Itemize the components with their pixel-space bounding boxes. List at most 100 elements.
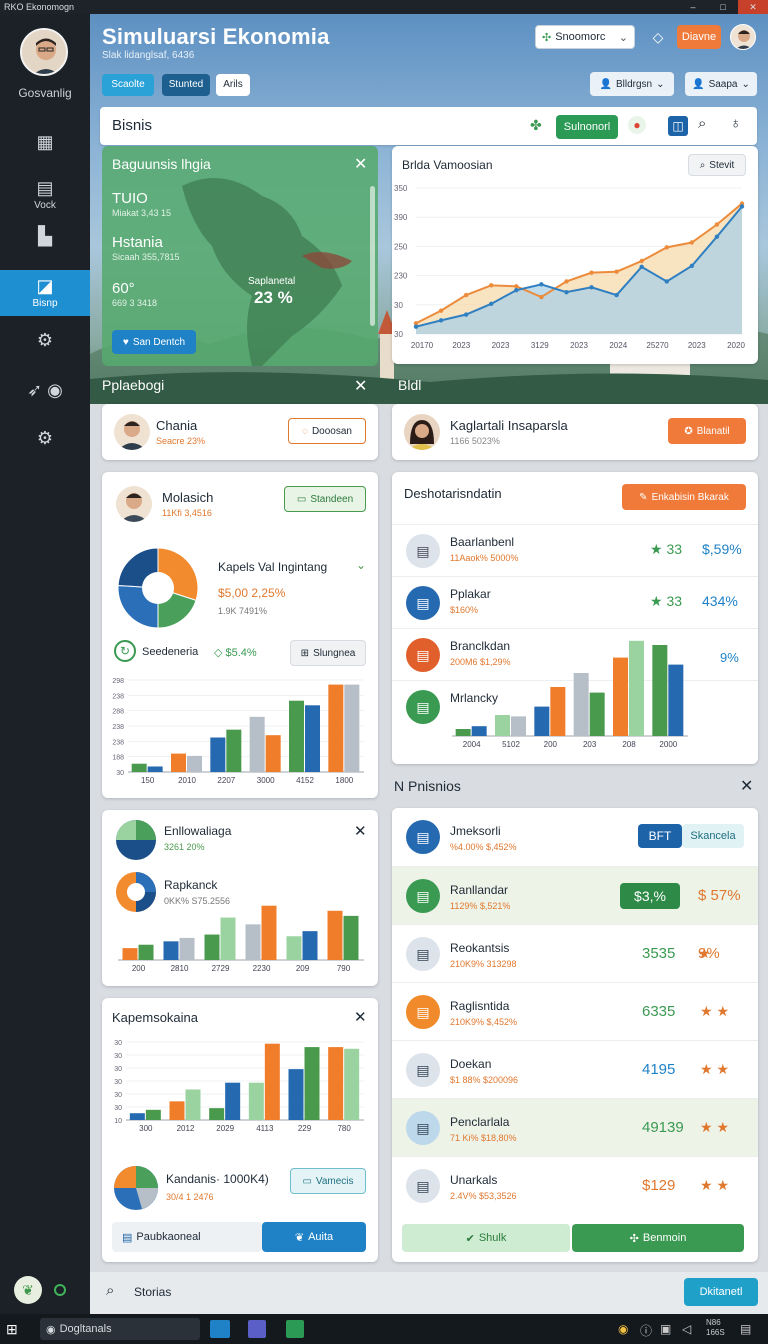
x-tick-label: 2010 — [178, 776, 196, 785]
avatar-face-icon — [408, 420, 436, 450]
document-icon: ▤ — [406, 638, 440, 672]
kapem-footer-right-button[interactable]: ❦ Auita — [262, 1222, 366, 1252]
bar — [286, 936, 302, 960]
molasich-secondary-button[interactable]: ⊞ Slungnea — [290, 640, 366, 666]
kaglartali-button[interactable]: ✪ Blanatil — [668, 418, 746, 444]
tray-box-icon[interactable]: ▣ — [660, 1322, 671, 1336]
chevron-down-icon[interactable]: ⌄ — [356, 558, 366, 572]
kapem-footer-left-button[interactable]: ▤ Paubkaoneal — [112, 1222, 262, 1252]
status-action-button[interactable]: Dkitanetl — [684, 1278, 758, 1306]
rating-stars-icon: ★ ★ — [700, 1061, 729, 1077]
sidebar-item-calendar[interactable]: ▤ Vock — [0, 172, 90, 218]
list-item[interactable]: ▤ Pplakar $160% ★ 33 434% — [392, 576, 758, 628]
scrollbar[interactable] — [370, 186, 375, 326]
tray-clock: N86 166S — [706, 1318, 725, 1337]
close-icon[interactable]: ✕ — [354, 154, 367, 174]
profile-switcher-right[interactable]: 👤 Saapa ⌄ — [685, 72, 757, 96]
taskbar-search[interactable]: ◉ Dogltanals — [40, 1318, 200, 1340]
search-icon[interactable]: ⌕ — [698, 115, 706, 132]
x-tick-label: 2810 — [171, 964, 189, 973]
close-icon[interactable]: ✕ — [354, 1008, 367, 1026]
tray-info-icon[interactable]: ⓘ — [640, 1322, 652, 1339]
notification-icon[interactable]: ▤ — [740, 1322, 751, 1336]
diamond-icon[interactable]: ◇ — [648, 26, 668, 48]
close-window-button[interactable]: ✕ — [738, 0, 768, 14]
section-title: Bisnis — [112, 117, 153, 134]
tray-volume-icon[interactable]: ◁ — [682, 1322, 691, 1336]
np-button-left[interactable]: BFT — [638, 824, 682, 848]
list-item-name: Reokantsis — [450, 941, 510, 955]
x-tick-label: 2023 — [688, 341, 706, 350]
panel-toggle-icon[interactable]: ◫ — [668, 116, 688, 136]
search-icon[interactable]: ⌕ — [106, 1282, 114, 1299]
minimize-button[interactable]: – — [678, 0, 708, 14]
chip-filter-1[interactable]: Scaolte — [102, 74, 154, 96]
status-search-label[interactable]: Storias — [134, 1285, 171, 1299]
y-tick-label: 238 — [112, 739, 124, 746]
sidebar-item-badge[interactable]: ⚙ — [0, 324, 90, 370]
map-card: Baguunsis lhgia ✕ TUIO Miakat 3,43 15 Hs… — [102, 146, 378, 366]
list-item[interactable]: ▤ Raglisntida 210K9% $,452% 6335 ★ ★ — [392, 982, 758, 1040]
profile-switcher-left[interactable]: 👤 Blldrgsn ⌄ — [590, 72, 674, 96]
chania-button[interactable]: ◌ Dooosan — [288, 418, 366, 444]
refresh-icon[interactable]: ↻ — [114, 640, 136, 662]
sidebar-item-grid[interactable]: ▦ — [0, 126, 90, 172]
list-item[interactable]: ▤ Unarkals 2.4V% $53,3526 $129 ★ ★ — [392, 1156, 758, 1214]
bar — [129, 1113, 145, 1120]
x-tick-label: 2207 — [217, 776, 235, 785]
chip-filter-3[interactable]: Arils — [216, 74, 250, 96]
chrome-icon[interactable]: ◉ — [618, 1322, 628, 1336]
primary-button[interactable]: Diavne — [677, 25, 721, 49]
map-card-button[interactable]: ♥ San Dentch — [112, 330, 196, 354]
person-icon: 👤 — [692, 78, 705, 90]
bar — [344, 684, 360, 772]
np-footer-right-button[interactable]: ✣ Benmoin — [572, 1224, 744, 1252]
y-tick-label: 288 — [112, 709, 124, 716]
list-item[interactable]: ▤ Penclarlala 71 Ki% $18,80% 49139 ★ ★ — [392, 1098, 758, 1156]
list-item-sub: 210K9% 313298 — [450, 959, 517, 969]
close-icon[interactable]: ✕ — [740, 776, 753, 796]
pinwheel-icon[interactable]: ✤ — [530, 117, 542, 134]
kapem-button[interactable]: ▭ Vamecis — [290, 1168, 366, 1194]
close-icon[interactable]: ✕ — [354, 822, 367, 840]
molasich-button[interactable]: ▭ Standeen — [284, 486, 366, 512]
sidebar-item-building[interactable]: ▙ — [0, 220, 90, 266]
list-item[interactable]: ▤ Reokantsis 210K9% 313298 3535 9% ★ — [392, 924, 758, 982]
data-point — [564, 279, 569, 284]
list-item[interactable]: ▤ Baarlanbenl 11Aaok% 5000% ★ 33 $,59% — [392, 524, 758, 576]
np-footer-left-button[interactable]: ✔ Shulk — [402, 1224, 570, 1252]
app-sheets-icon[interactable] — [286, 1320, 304, 1338]
windows-start-icon[interactable]: ⊞ — [6, 1321, 18, 1338]
list-item[interactable]: ▤ Doekan $1 88% $200096 4195 ★ ★ — [392, 1040, 758, 1098]
desho-button[interactable]: ✎ Enkabisin Bkarak — [622, 484, 746, 510]
search-icon: ◉ — [46, 1323, 56, 1336]
list-item-name: Pplakar — [450, 587, 491, 601]
sidebar-item-settings[interactable]: ⚙ — [0, 422, 90, 468]
chania-sub: Seacre 23% — [156, 436, 206, 446]
data-point — [589, 285, 594, 290]
pie-chart-icon — [116, 820, 156, 860]
toolbar-action-button[interactable]: Sulnonorl — [556, 115, 618, 139]
header-avatar[interactable] — [730, 24, 756, 50]
close-icon[interactable]: ✕ — [354, 376, 367, 396]
map-card-footer-title: Pplaebogi — [102, 377, 165, 393]
np-button-right[interactable]: Skancela — [682, 824, 744, 848]
avatar[interactable] — [20, 28, 68, 76]
app-folder-icon[interactable] — [210, 1320, 230, 1338]
chip-filter-2[interactable]: Stunted — [162, 74, 210, 96]
plant-icon[interactable]: ❦ — [14, 1276, 42, 1304]
x-tick-label: 2004 — [463, 740, 481, 749]
sidebar-item-rocket[interactable]: ➶ ◉ — [0, 374, 90, 420]
bar — [264, 1043, 280, 1120]
app-editor-icon[interactable] — [248, 1320, 266, 1338]
user-search-icon[interactable]: ♁ — [730, 115, 741, 132]
bar — [344, 1048, 360, 1120]
bar — [249, 716, 265, 772]
maximize-button[interactable]: □ — [708, 0, 738, 14]
view-dropdown[interactable]: ✣ Snoomorc ⌄ — [535, 25, 635, 49]
rating-stars-icon: ★ ★ — [700, 1119, 729, 1135]
alert-badge-icon[interactable]: ● — [628, 116, 646, 134]
sidebar-item-business[interactable]: ◪ Bisnp — [0, 270, 90, 316]
list-item[interactable]: ▤ Ranllandar 1129% $,521% $3,% $ 57% — [392, 866, 758, 924]
bar — [225, 1082, 241, 1120]
